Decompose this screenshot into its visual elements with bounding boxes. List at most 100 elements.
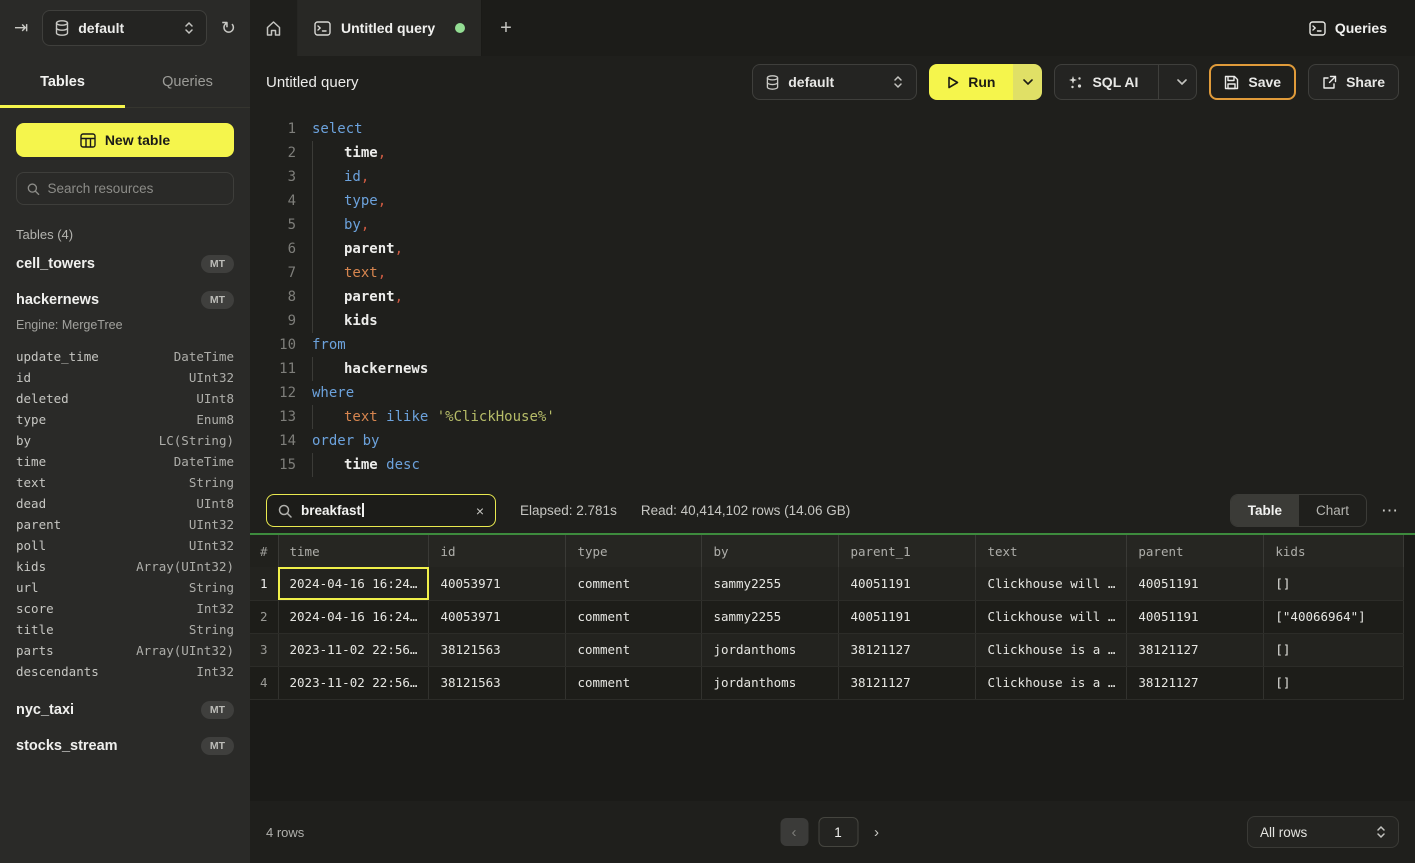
editor-line[interactable]: 8parent,	[250, 285, 1415, 309]
new-tab-button[interactable]: +	[482, 0, 530, 56]
results-search[interactable]: breakfast ×	[266, 494, 496, 527]
result-cell[interactable]: 38121563	[429, 633, 566, 666]
indent-guide	[312, 405, 344, 429]
result-cell[interactable]: comment	[566, 633, 702, 666]
view-toggle-chart[interactable]: Chart	[1299, 495, 1366, 526]
result-cell[interactable]: 2023-11-02 22:56…	[278, 666, 429, 699]
editor-line[interactable]: 14order by	[250, 429, 1415, 453]
result-cell[interactable]: jordanthoms	[702, 633, 839, 666]
result-cell[interactable]: 38121563	[429, 666, 566, 699]
database-selector[interactable]: default	[42, 10, 207, 46]
result-cell[interactable]: 40053971	[429, 567, 566, 600]
result-header-cell[interactable]: parent	[1127, 535, 1264, 567]
chevron-updown-icon	[1376, 825, 1386, 839]
result-header-cell[interactable]: type	[566, 535, 702, 567]
sql-editor[interactable]: 1select2time,3id,4type,5by,6parent,7text…	[250, 108, 1415, 488]
refresh-icon[interactable]: ↻	[221, 19, 236, 37]
result-cell[interactable]: sammy2255	[702, 567, 839, 600]
result-cell[interactable]: 2023-11-02 22:56…	[278, 633, 429, 666]
sidebar-search-input[interactable]	[48, 181, 223, 196]
result-header-cell[interactable]: by	[702, 535, 839, 567]
result-cell[interactable]: Clickhouse is a …	[976, 666, 1127, 699]
prev-page-button[interactable]: ‹	[780, 818, 808, 846]
sidebar-table-row[interactable]: nyc_taxiMT	[0, 692, 250, 728]
result-header-cell[interactable]: text	[976, 535, 1127, 567]
run-button[interactable]: Run	[929, 64, 1013, 100]
result-cell[interactable]: ["40066964"]	[1264, 600, 1404, 633]
result-cell[interactable]: jordanthoms	[702, 666, 839, 699]
editor-line[interactable]: 4type,	[250, 189, 1415, 213]
result-cell[interactable]: 2024-04-16 16:24…	[278, 600, 429, 633]
collapse-sidebar-icon[interactable]: ⇥	[14, 18, 28, 38]
chevron-down-icon	[1177, 79, 1187, 85]
table-row: 32023-11-02 22:56…38121563commentjordant…	[250, 633, 1404, 666]
page-size-selector[interactable]: All rows	[1247, 816, 1399, 848]
editor-line[interactable]: 3id,	[250, 165, 1415, 189]
editor-line[interactable]: 11hackernews	[250, 357, 1415, 381]
result-cell[interactable]: 40051191	[1127, 567, 1264, 600]
result-cell[interactable]: Clickhouse will …	[976, 600, 1127, 633]
result-cell[interactable]: 38121127	[839, 666, 976, 699]
code-text: id,	[312, 165, 369, 189]
editor-line[interactable]: 13text ilike '%ClickHouse%'	[250, 405, 1415, 429]
result-cell[interactable]: comment	[566, 666, 702, 699]
view-toggle-table[interactable]: Table	[1231, 495, 1299, 526]
result-cell[interactable]: comment	[566, 567, 702, 600]
query-database-selector[interactable]: default	[752, 64, 917, 100]
sidebar-tab-tables[interactable]: Tables	[0, 56, 125, 107]
editor-line[interactable]: 9kids	[250, 309, 1415, 333]
editor-line[interactable]: 10from	[250, 333, 1415, 357]
sidebar-table-row[interactable]: hackernewsMT	[0, 282, 250, 318]
results-search-input[interactable]: breakfast	[301, 503, 467, 518]
result-cell[interactable]: Clickhouse is a …	[976, 633, 1127, 666]
editor-line[interactable]: 1select	[250, 117, 1415, 141]
editor-line[interactable]: 2time,	[250, 141, 1415, 165]
sql-ai-options-button[interactable]	[1168, 79, 1196, 85]
clear-search-icon[interactable]: ×	[476, 503, 484, 519]
editor-line[interactable]: 6parent,	[250, 237, 1415, 261]
result-header-cell[interactable]: #	[250, 535, 278, 567]
queries-button[interactable]: Queries	[1309, 0, 1415, 56]
editor-line[interactable]: 5by,	[250, 213, 1415, 237]
result-cell[interactable]: sammy2255	[702, 600, 839, 633]
row-number[interactable]: 2	[250, 600, 278, 633]
result-cell[interactable]: Clickhouse will …	[976, 567, 1127, 600]
result-cell[interactable]: 38121127	[1127, 633, 1264, 666]
result-cell[interactable]: 40051191	[1127, 600, 1264, 633]
sidebar-tab-queries[interactable]: Queries	[125, 56, 250, 107]
sql-ai-button[interactable]: SQL AI	[1054, 64, 1197, 100]
editor-line[interactable]: 15time desc	[250, 453, 1415, 477]
run-options-button[interactable]	[1013, 64, 1042, 100]
result-cell[interactable]: 40051191	[839, 600, 976, 633]
row-count: 4 rows	[266, 825, 304, 840]
next-page-button[interactable]: ›	[868, 824, 885, 841]
page-number-input[interactable]: 1	[818, 817, 858, 847]
more-options-icon[interactable]: ⋯	[1381, 501, 1399, 521]
sidebar-search[interactable]	[16, 172, 234, 205]
sidebar-table-row[interactable]: stocks_streamMT	[0, 728, 250, 764]
row-number[interactable]: 4	[250, 666, 278, 699]
result-header-cell[interactable]: kids	[1264, 535, 1404, 567]
row-number[interactable]: 1	[250, 567, 278, 600]
editor-line[interactable]: 7text,	[250, 261, 1415, 285]
result-cell[interactable]: 38121127	[839, 633, 976, 666]
result-header-cell[interactable]: time	[278, 535, 429, 567]
sidebar-table-row[interactable]: cell_towersMT	[0, 246, 250, 282]
result-cell[interactable]: comment	[566, 600, 702, 633]
save-button[interactable]: Save	[1209, 64, 1296, 100]
result-cell[interactable]: []	[1264, 666, 1404, 699]
result-cell[interactable]: 38121127	[1127, 666, 1264, 699]
row-number[interactable]: 3	[250, 633, 278, 666]
result-cell[interactable]: 40053971	[429, 600, 566, 633]
result-cell[interactable]: 2024-04-16 16:24…	[278, 567, 429, 600]
result-cell[interactable]: []	[1264, 567, 1404, 600]
result-header-cell[interactable]: id	[429, 535, 566, 567]
share-button[interactable]: Share	[1308, 64, 1399, 100]
result-cell[interactable]: []	[1264, 633, 1404, 666]
tab-untitled-query[interactable]: Untitled query	[298, 0, 482, 56]
new-table-button[interactable]: New table	[16, 123, 234, 157]
editor-line[interactable]: 12where	[250, 381, 1415, 405]
result-cell[interactable]: 40051191	[839, 567, 976, 600]
home-button[interactable]	[250, 0, 298, 56]
result-header-cell[interactable]: parent_1	[839, 535, 976, 567]
